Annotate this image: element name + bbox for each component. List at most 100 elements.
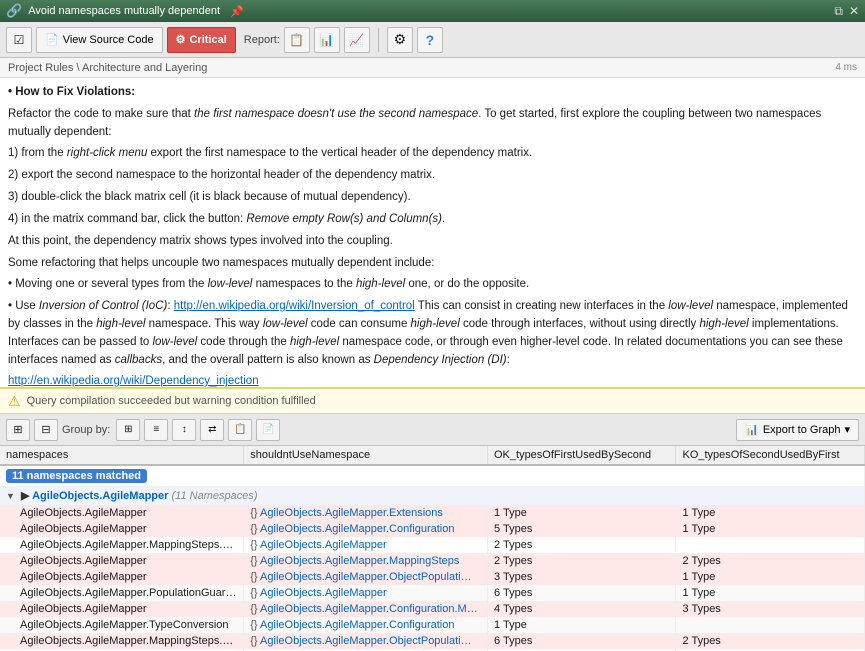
ioc-link[interactable]: http://en.wikipedia.org/wiki/Inversion_o… (174, 300, 415, 312)
how-to-fix-heading: • How to Fix Violations: (8, 84, 857, 102)
cell-ok: 2 Types (488, 537, 676, 553)
cell-ok: 5 Types (488, 521, 676, 537)
cell-ko: 1 Type (676, 585, 865, 601)
table-header: namespaces shouldntUseNamespace OK_types… (0, 446, 865, 465)
help-icon[interactable]: ? (417, 27, 443, 53)
col-ko: KO_typesOfSecondUsedByFirst (676, 446, 865, 465)
group-btn-3[interactable]: ↕ (172, 419, 196, 441)
gear-small-icon: ⚙ (176, 33, 186, 46)
cell-ns1: AgileObjects.AgileMapper (0, 569, 244, 585)
intro-para: Refactor the code to make sure that the … (8, 106, 857, 142)
breadcrumb: Project Rules \ Architecture and Layerin… (0, 58, 865, 78)
view-source-button[interactable]: 📄 View Source Code (36, 27, 163, 53)
cell-brace: {} AgileObjects.AgileMapper (244, 585, 488, 601)
step-5: At this point, the dependency matrix sho… (8, 233, 857, 251)
group-btn-5[interactable]: 📋 (228, 419, 252, 441)
results-toolbar: ⊞ ⊟ Group by: ⊞ ≡ ↕ ⇄ 📋 📄 📊 Export to Gr… (0, 414, 865, 446)
cell-ok: 3 Types (488, 569, 676, 585)
di-link[interactable]: http://en.wikipedia.org/wiki/Dependency_… (8, 375, 259, 387)
match-count-row: 11 namespaces matched (0, 465, 865, 486)
cell-brace: {} AgileObjects.AgileMapper.Configuratio… (244, 521, 488, 537)
cell-ko: 1 Type (676, 569, 865, 585)
settings-icon[interactable]: ⚙ (387, 27, 413, 53)
cell-ns1: AgileObjects.AgileMapper.TypeConversion (0, 617, 244, 633)
col-ok: OK_typesOfFirstUsedBySecond (488, 446, 676, 465)
cell-ok: 2 Types (488, 553, 676, 569)
warning-icon: ⚠ (8, 393, 21, 410)
group-btn-4[interactable]: ⇄ (200, 419, 224, 441)
step-1: 1) from the right-click menu export the … (8, 145, 857, 163)
step-3: 3) double-click the black matrix cell (i… (8, 189, 857, 207)
export-icon: 📊 (745, 423, 759, 436)
table-row[interactable]: AgileObjects.AgileMapper{} AgileObjects.… (0, 553, 865, 569)
table-row[interactable]: AgileObjects.AgileMapper.MappingSteps.Co… (0, 537, 865, 553)
warning-bar: ⚠ Query compilation succeeded but warnin… (0, 388, 865, 414)
dropdown-chevron-icon: ▾ (844, 423, 850, 436)
cell-brace: {} AgileObjects.AgileMapper.ObjectPopula… (244, 569, 488, 585)
checkbox-icon[interactable]: ☑ (6, 27, 32, 53)
results-table-wrap: namespaces shouldntUseNamespace OK_types… (0, 446, 865, 651)
export-to-graph-button[interactable]: 📊 Export to Graph ▾ (736, 419, 859, 441)
cell-ok: 6 Types (488, 585, 676, 601)
report-icon-1[interactable]: 📋 (284, 27, 310, 53)
cell-brace: {} AgileObjects.AgileMapper.Extensions (244, 505, 488, 521)
critical-button[interactable]: ⚙ Critical (167, 27, 236, 53)
export-label: Export to Graph (763, 424, 841, 436)
groupby-label: Group by: (62, 424, 110, 436)
main-toolbar: ☑ 📄 View Source Code ⚙ Critical Report: … (0, 22, 865, 58)
report-label: Report: (244, 34, 280, 46)
title-bar-left: 🔗 Avoid namespaces mutually dependent 📌 (6, 3, 244, 19)
table-row[interactable]: AgileObjects.AgileMapper.TypeConversion{… (0, 617, 865, 633)
di-link-para: http://en.wikipedia.org/wiki/Dependency_… (8, 373, 857, 388)
tree-view-btn[interactable]: ⊟ (34, 419, 58, 441)
collapse-icon: ▼ (6, 491, 15, 501)
group-row[interactable]: ▼ ▶ AgileObjects.AgileMapper (11 Namespa… (0, 486, 865, 505)
table-row[interactable]: AgileObjects.AgileMapper.MappingSteps.Co… (0, 633, 865, 649)
pin-icon[interactable]: 📌 (230, 5, 244, 18)
step-2: 2) export the second namespace to the ho… (8, 167, 857, 185)
cell-ns1: AgileObjects.AgileMapper.MappingSteps.Co… (0, 537, 244, 553)
group-btn-6[interactable]: 📄 (256, 419, 280, 441)
group-btn-2[interactable]: ≡ (144, 419, 168, 441)
col-namespaces: namespaces (0, 446, 244, 465)
group-count: (11 Namespaces) (171, 490, 257, 502)
report-icon-2[interactable]: 📊 (314, 27, 340, 53)
match-badge: 11 namespaces matched (6, 469, 147, 483)
table-row[interactable]: AgileObjects.AgileMapper{} AgileObjects.… (0, 505, 865, 521)
cell-ns1: AgileObjects.AgileMapper (0, 553, 244, 569)
cell-ns1: AgileObjects.AgileMapper.MappingSteps.Co… (0, 633, 244, 649)
app-icon: 🔗 (6, 3, 22, 19)
cell-ko: 1 Type (676, 521, 865, 537)
bullet-1: • Moving one or several types from the l… (8, 276, 857, 294)
report-icon-3[interactable]: 📈 (344, 27, 370, 53)
cell-ns1: AgileObjects.AgileMapper.PopulationGuard… (0, 585, 244, 601)
table-row[interactable]: AgileObjects.AgileMapper{} AgileObjects.… (0, 521, 865, 537)
cell-brace: {} AgileObjects.AgileMapper.Configuratio… (244, 617, 488, 633)
close-icon[interactable]: ✕ (849, 4, 859, 18)
group-btn-1[interactable]: ⊞ (116, 419, 140, 441)
separator-1 (378, 28, 379, 52)
cell-brace: {} AgileObjects.AgileMapper.MappingSteps (244, 553, 488, 569)
cell-ko (676, 537, 865, 553)
cell-brace: {} AgileObjects.AgileMapper.ObjectPopula… (244, 633, 488, 649)
table-row[interactable]: AgileObjects.AgileMapper.PopulationGuard… (0, 585, 865, 601)
results-table: namespaces shouldntUseNamespace OK_types… (0, 446, 865, 651)
table-row[interactable]: AgileObjects.AgileMapper{} AgileObjects.… (0, 569, 865, 585)
cell-ko (676, 617, 865, 633)
grid-view-btn[interactable]: ⊞ (6, 419, 30, 441)
table-row[interactable]: AgileObjects.AgileMapper{} AgileObjects.… (0, 601, 865, 617)
source-icon: 📄 (45, 33, 59, 46)
group-name: AgileObjects.AgileMapper (32, 490, 168, 502)
breadcrumb-text: Project Rules \ Architecture and Layerin… (8, 62, 207, 74)
cell-ko: 2 Types (676, 553, 865, 569)
execution-time: 4 ms (835, 62, 857, 73)
cell-ok: 1 Type (488, 505, 676, 521)
restore-icon[interactable]: ⧉ (834, 4, 843, 19)
cell-ns1: AgileObjects.AgileMapper (0, 521, 244, 537)
cell-brace: {} AgileObjects.AgileMapper.Configuratio… (244, 601, 488, 617)
cell-ko: 2 Types (676, 633, 865, 649)
bullet-2: • Use Inversion of Control (IoC): http:/… (8, 298, 857, 369)
title-bar: 🔗 Avoid namespaces mutually dependent 📌 … (0, 0, 865, 22)
cell-ok: 6 Types (488, 633, 676, 649)
cell-ok: 4 Types (488, 601, 676, 617)
